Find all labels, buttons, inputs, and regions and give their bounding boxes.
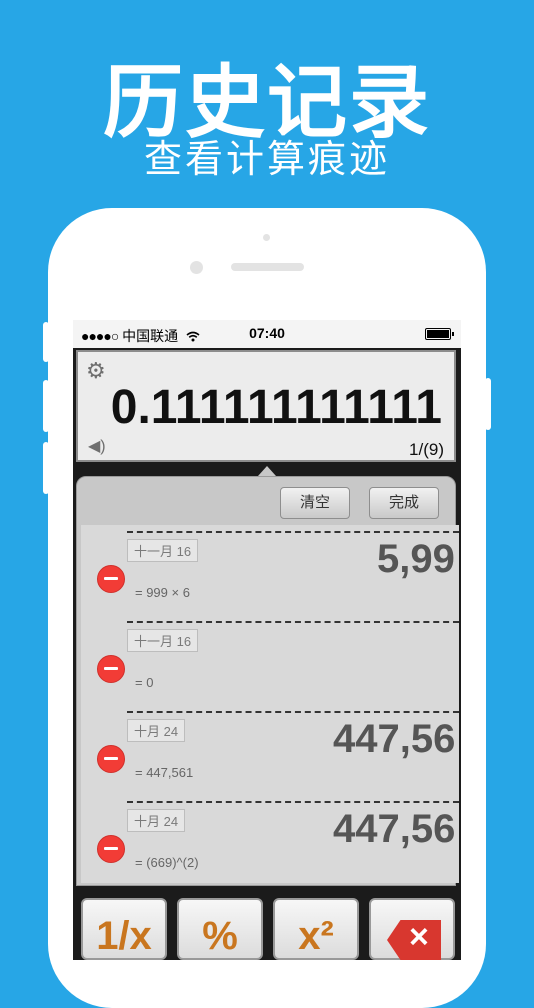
status-time: 07:40: [249, 325, 285, 341]
delete-entry-button[interactable]: [97, 745, 125, 773]
battery-icon: [425, 328, 454, 340]
keypad-row: 1/x % x² ×: [73, 898, 461, 960]
done-button[interactable]: 完成: [369, 487, 439, 519]
phone-front-camera: [190, 261, 203, 274]
entry-result: 5,99: [377, 537, 455, 581]
status-bar: ●●●●○ 中国联通 07:40: [73, 320, 461, 348]
delete-entry-button[interactable]: [97, 835, 125, 863]
calculator-display: ⚙ 0.111111111111 ◀︎) 1/(9): [76, 350, 456, 462]
panel-pointer: [258, 466, 276, 476]
phone-earpiece: [231, 263, 304, 271]
entry-divider: [127, 621, 459, 623]
entry-result: 447,56: [333, 807, 456, 851]
history-entry[interactable]: 十一月 16 5,99 = 999 × 6: [81, 525, 459, 615]
entry-expression: = 0: [135, 675, 154, 690]
entry-date: 十一月 16: [127, 629, 199, 652]
delete-entry-button[interactable]: [97, 565, 125, 593]
history-list[interactable]: 十一月 16 5,99 = 999 × 6 十一月 16 = 0 十月 24 4…: [81, 525, 459, 883]
entry-date: 十一月 16: [127, 539, 199, 562]
entry-expression: = 999 × 6: [135, 585, 190, 600]
history-entry[interactable]: 十月 24 447,56 = 447,561: [81, 705, 459, 795]
history-entry[interactable]: 十月 24 447,56 = (669)^(2): [81, 795, 459, 883]
history-panel: 清空 完成 十一月 16 5,99 = 999 × 6 十一月 16 = 0 十…: [76, 476, 459, 886]
backspace-key[interactable]: ×: [369, 898, 455, 960]
delete-entry-button[interactable]: [97, 655, 125, 683]
entry-divider: [127, 531, 459, 533]
speaker-icon[interactable]: ◀︎): [88, 436, 106, 456]
calculator-screen: ●●●●○ 中国联通 07:40 ⚙ 0.111111111111 ◀︎) 1/…: [73, 320, 461, 960]
entry-result: 447,56: [333, 717, 456, 761]
display-counter: 1/(9): [409, 440, 444, 459]
banner-subtitle: 查看计算痕迹: [143, 137, 390, 181]
percent-key[interactable]: %: [177, 898, 263, 960]
reciprocal-key[interactable]: 1/x: [81, 898, 167, 960]
entry-expression: = (669)^(2): [135, 855, 199, 870]
entry-date: 十月 24: [127, 809, 186, 832]
square-key[interactable]: x²: [273, 898, 359, 960]
entry-date: 十月 24: [127, 719, 186, 742]
entry-expression: = 447,561: [135, 765, 194, 780]
clear-history-button[interactable]: 清空: [280, 487, 350, 519]
entry-divider: [127, 711, 459, 713]
phone-sensor: [263, 234, 270, 241]
entry-divider: [127, 801, 459, 803]
backspace-icon: ×: [387, 920, 441, 960]
history-entry[interactable]: 十一月 16 = 0: [81, 615, 459, 705]
display-value: 0.111111111111: [110, 381, 442, 434]
gear-icon[interactable]: ⚙: [86, 358, 106, 384]
